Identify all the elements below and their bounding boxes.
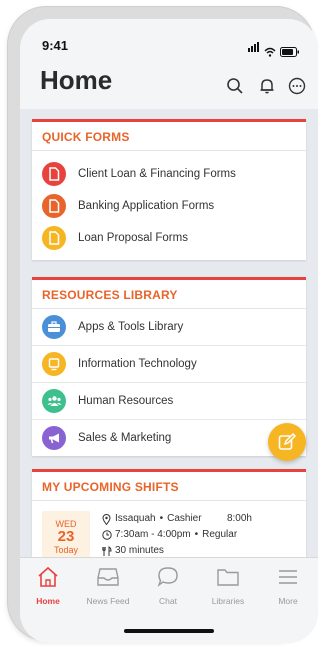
document-icon (42, 226, 66, 250)
battery-icon (280, 47, 299, 57)
shift-date: WED 23 Today (42, 511, 90, 557)
tab-more[interactable]: More (260, 566, 316, 606)
document-icon (42, 194, 66, 218)
wifi-icon (264, 47, 276, 57)
compose-button[interactable] (268, 423, 306, 461)
edit-icon (278, 432, 297, 450)
tab-libraries[interactable]: Libraries (200, 566, 256, 606)
briefcase-icon (42, 315, 66, 339)
phone-frame: 9:41 Home QUICK FORMS Client Loan & Fina… (8, 7, 318, 643)
status-icons (248, 39, 300, 57)
tab-chat[interactable]: Chat (140, 566, 196, 606)
quick-form-label: Client Loan & Financing Forms (78, 168, 236, 180)
document-icon (42, 162, 66, 186)
chat-icon (157, 567, 178, 587)
tab-label: Home (36, 596, 60, 606)
status-bar: 9:41 (20, 19, 318, 63)
shift-location: Issaquah (115, 513, 156, 524)
tab-news-feed[interactable]: News Feed (80, 566, 136, 606)
tab-bar: Home News Feed Chat Libraries More (20, 557, 318, 643)
tab-home[interactable]: Home (20, 566, 76, 606)
home-icon (38, 566, 58, 587)
tab-label: Libraries (211, 596, 245, 606)
menu-icon (279, 570, 297, 584)
resource-label: Apps & Tools Library (78, 321, 184, 333)
page-title: Home (40, 65, 113, 95)
quick-forms-card: QUICK FORMS Client Loan & Financing Form… (32, 119, 306, 260)
upcoming-shifts-title: MY UPCOMING SHIFTS (32, 472, 306, 501)
quick-form-item[interactable]: Banking Application Forms (32, 190, 306, 222)
resource-item[interactable]: Apps & Tools Library (32, 309, 306, 346)
signal-icon (248, 39, 260, 57)
shift-relative-day: Today (53, 545, 79, 555)
resources-library-title: RESOURCES LIBRARY (32, 280, 306, 309)
utensils-icon (102, 545, 112, 556)
shift-entry[interactable]: WED 23 Today Issaquah • Cashier 8:00h 7:… (32, 501, 306, 557)
resource-label: Sales & Marketing (78, 432, 172, 444)
tab-label: Chat (159, 596, 177, 606)
shift-details: Issaquah • Cashier 8:00h 7:30am - 4:00pm… (102, 511, 252, 557)
quick-form-label: Banking Application Forms (78, 200, 215, 212)
more-icon[interactable] (288, 77, 306, 95)
page-header: Home (20, 63, 318, 109)
home-indicator[interactable] (124, 629, 214, 633)
search-icon[interactable] (226, 77, 244, 95)
quick-forms-title: QUICK FORMS (32, 122, 306, 151)
resource-label: Human Resources (78, 395, 174, 407)
shift-day: 23 (57, 528, 75, 545)
shift-break: 30 minutes (115, 545, 164, 556)
scroll-content[interactable]: QUICK FORMS Client Loan & Financing Form… (20, 109, 318, 557)
bell-icon[interactable] (258, 77, 276, 95)
tab-label: More (278, 596, 298, 606)
upcoming-shifts-card: MY UPCOMING SHIFTS WED 23 Today Issaquah… (32, 469, 306, 557)
screen: 9:41 Home QUICK FORMS Client Loan & Fina… (20, 19, 318, 643)
monitor-icon (42, 352, 66, 376)
megaphone-icon (42, 426, 66, 450)
resources-library-card: RESOURCES LIBRARY Apps & Tools Library I… (32, 277, 306, 456)
shift-duration: 8:00h (226, 513, 252, 524)
people-icon (42, 389, 66, 413)
clock-icon (102, 530, 112, 540)
shift-role: Cashier (167, 513, 202, 524)
tab-label: News Feed (86, 596, 130, 606)
quick-form-item[interactable]: Loan Proposal Forms (32, 222, 306, 254)
folder-icon (217, 569, 239, 586)
status-time: 9:41 (42, 38, 69, 53)
resource-item[interactable]: Sales & Marketing (32, 420, 306, 456)
shift-time-range: 7:30am - 4:00pm (115, 529, 191, 540)
inbox-icon (97, 568, 119, 586)
shift-type: Regular (202, 529, 238, 540)
resource-item[interactable]: Information Technology (32, 346, 306, 383)
resource-label: Information Technology (78, 358, 197, 370)
separator: • (159, 513, 164, 524)
quick-form-label: Loan Proposal Forms (78, 232, 188, 244)
location-pin-icon (102, 513, 111, 525)
resource-item[interactable]: Human Resources (32, 383, 306, 420)
quick-form-item[interactable]: Client Loan & Financing Forms (32, 158, 306, 190)
separator: • (194, 529, 199, 540)
